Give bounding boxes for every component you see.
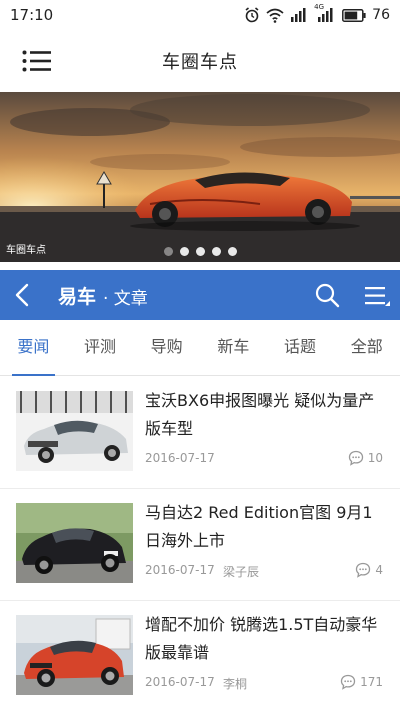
yiche-section-label: · 文章 — [103, 289, 148, 309]
article-date: 2016-07-17 — [145, 563, 215, 577]
comment-count: 171 — [340, 674, 383, 690]
comment-icon — [348, 450, 363, 466]
comment-icon — [340, 674, 356, 690]
battery-level: 76 — [372, 7, 390, 23]
article-thumbnail — [16, 503, 133, 583]
page-title: 车圈车点 — [162, 52, 238, 73]
back-icon[interactable] — [10, 282, 36, 308]
article-title: 增配不加价 锐腾选1.5T自动豪华版最靠谱 — [145, 615, 378, 662]
comment-number: 171 — [360, 675, 383, 689]
yiche-logo: 易车 — [58, 286, 97, 308]
banner-pagination — [0, 247, 400, 256]
pagination-dot[interactable] — [227, 247, 237, 256]
status-icons: 4G 76 — [244, 3, 390, 23]
comment-icon — [356, 562, 371, 578]
banner-image — [0, 92, 400, 262]
pagination-dot[interactable] — [211, 247, 221, 256]
article-author: 李桐 — [223, 677, 248, 691]
article-date: 2016-07-17 — [145, 451, 215, 465]
list-menu-icon[interactable] — [362, 282, 390, 310]
pagination-dot[interactable] — [195, 247, 205, 256]
tab-topics[interactable]: 话题 — [267, 320, 334, 375]
network-type-label: 4G — [314, 3, 325, 11]
pagination-dot[interactable] — [179, 247, 189, 256]
list-item[interactable]: 增配不加价 锐腾选1.5T自动豪华版最靠谱 2016-07-17 李桐 171 — [0, 601, 400, 711]
list-item[interactable]: 宝沃BX6申报图曝光 疑似为量产版车型 2016-07-17 10 — [0, 377, 400, 489]
list-item[interactable]: 马自达2 Red Edition官图 9月1日海外上市 2016-07-17 梁… — [0, 489, 400, 601]
search-icon[interactable] — [314, 282, 340, 308]
tab-reviews[interactable]: 评测 — [67, 320, 134, 375]
alarm-icon — [245, 7, 259, 23]
category-tabs: 要闻 评测 导购 新车 话题 全部 — [0, 320, 400, 376]
article-thumbnail — [16, 391, 133, 471]
article-title: 马自达2 Red Edition官图 9月1日海外上市 — [145, 503, 373, 550]
pagination-dot[interactable] — [163, 247, 173, 256]
tab-all[interactable]: 全部 — [333, 320, 400, 375]
signal-icon — [291, 8, 306, 22]
menu-icon[interactable] — [22, 50, 52, 72]
status-time: 17:10 — [10, 6, 54, 24]
tab-buying-guide[interactable]: 导购 — [133, 320, 200, 375]
yiche-toolbar: 易车 · 文章 — [0, 270, 400, 320]
article-author: 梁子辰 — [223, 565, 260, 579]
comment-count: 4 — [355, 562, 383, 578]
status-bar: 17:10 4G 76 — [0, 0, 400, 30]
tab-new-cars[interactable]: 新车 — [200, 320, 267, 375]
article-thumbnail — [16, 615, 133, 695]
tab-news[interactable]: 要闻 — [0, 320, 67, 376]
battery-icon — [342, 8, 366, 22]
app-header: 车圈车点 — [0, 30, 400, 92]
wifi-icon — [266, 8, 284, 23]
banner-carousel[interactable]: 车圈车点 — [0, 92, 400, 262]
thumbnail-image — [16, 391, 133, 471]
article-date: 2016-07-17 — [145, 675, 215, 689]
thumbnail-image — [16, 503, 133, 583]
comment-number: 10 — [367, 451, 383, 465]
comment-count: 10 — [348, 450, 383, 466]
comment-number: 4 — [375, 563, 383, 577]
thumbnail-image — [16, 615, 133, 695]
article-title: 宝沃BX6申报图曝光 疑似为量产版车型 — [145, 391, 375, 438]
